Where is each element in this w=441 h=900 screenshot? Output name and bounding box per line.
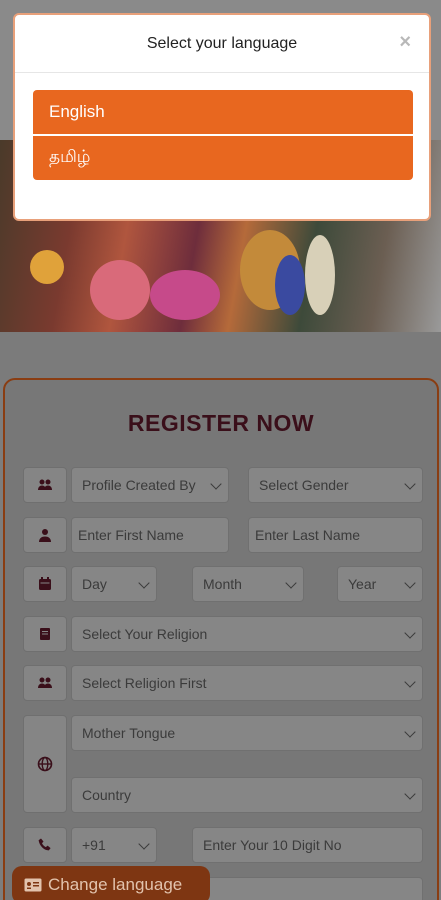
chevron-down-icon: [138, 577, 150, 589]
caste-value: Select Religion First: [82, 675, 207, 691]
user-icon: [23, 517, 67, 553]
calendar-icon: [23, 566, 67, 602]
users-icon: [23, 467, 67, 503]
phone-input[interactable]: Enter Your 10 Digit No: [192, 827, 423, 863]
hero-decoration: [305, 235, 335, 315]
language-option-tamil[interactable]: தமிழ்: [33, 136, 413, 180]
chevron-down-icon: [210, 478, 222, 490]
day-value: Day: [82, 576, 107, 592]
globe-icon: [23, 715, 67, 813]
gender-select[interactable]: Select Gender: [248, 467, 423, 503]
profile-created-by-select[interactable]: Profile Created By: [71, 467, 229, 503]
section-spacer: [0, 332, 441, 380]
last-name-placeholder: Enter Last Name: [255, 527, 361, 543]
gender-value: Select Gender: [259, 477, 349, 493]
chevron-down-icon: [404, 726, 416, 738]
form-title: REGISTER NOW: [127, 410, 315, 436]
chevron-down-icon: [404, 478, 416, 490]
hero-decoration: [90, 260, 150, 320]
day-select[interactable]: Day: [71, 566, 157, 602]
register-form: REGISTER NOW Profile Created By Select G…: [3, 378, 439, 900]
hero-decoration: [150, 270, 220, 320]
chevron-down-icon: [404, 788, 416, 800]
book-icon: [23, 616, 67, 652]
change-language-label: Change language: [48, 875, 183, 894]
language-modal: Select your language × English தமிழ்: [13, 13, 431, 221]
profile-created-by-value: Profile Created By: [82, 477, 196, 493]
change-language-button[interactable]: Change language: [12, 866, 210, 900]
year-value: Year: [348, 576, 377, 592]
mother-tongue-select[interactable]: Mother Tongue: [71, 715, 423, 751]
mother-tongue-value: Mother Tongue: [82, 725, 176, 741]
chevron-down-icon: [285, 577, 297, 589]
religion-value: Select Your Religion: [82, 626, 208, 642]
hero-decoration: [30, 250, 64, 284]
country-value: Country: [82, 787, 132, 803]
chevron-down-icon: [404, 627, 416, 639]
hero-decoration: [275, 255, 305, 315]
country-code-value: +91: [82, 837, 106, 853]
year-select[interactable]: Year: [337, 566, 423, 602]
chevron-down-icon: [138, 838, 150, 850]
phone-placeholder: Enter Your 10 Digit No: [203, 837, 342, 853]
language-option-english[interactable]: English: [33, 90, 413, 134]
phone-icon: [23, 827, 67, 863]
community-icon: [23, 665, 67, 701]
caste-select[interactable]: Select Religion First: [71, 665, 423, 701]
month-select[interactable]: Month: [192, 566, 304, 602]
chevron-down-icon: [404, 577, 416, 589]
last-name-input[interactable]: Enter Last Name: [248, 517, 423, 553]
chevron-down-icon: [404, 676, 416, 688]
first-name-placeholder: Enter First Name: [78, 527, 184, 543]
religion-select[interactable]: Select Your Religion: [71, 616, 423, 652]
country-code-select[interactable]: +91: [71, 827, 157, 863]
month-value: Month: [203, 576, 242, 592]
modal-title: Select your language: [146, 35, 298, 52]
first-name-input[interactable]: Enter First Name: [71, 517, 229, 553]
modal-divider: [15, 72, 429, 73]
country-select[interactable]: Country: [71, 777, 423, 813]
id-card-icon: [24, 878, 42, 892]
close-icon[interactable]: ×: [399, 31, 411, 54]
